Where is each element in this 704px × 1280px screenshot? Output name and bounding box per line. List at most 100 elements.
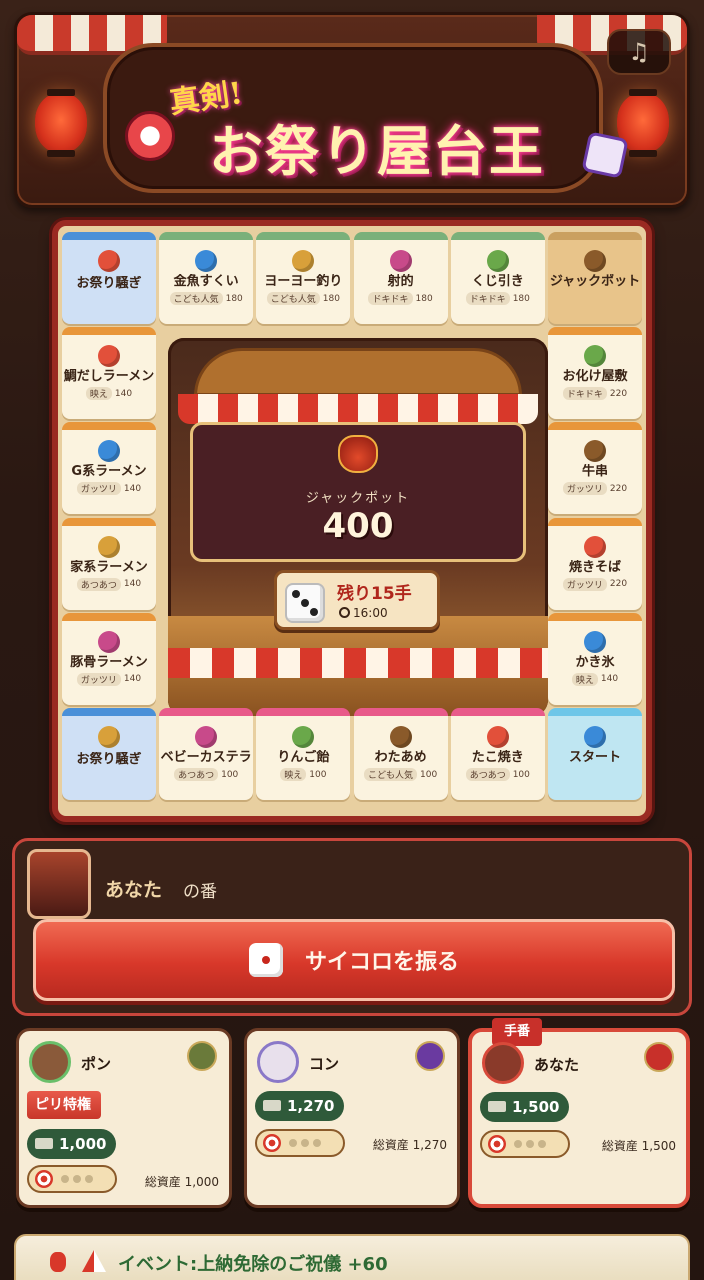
cell-meta: ガッツリ 140 <box>62 672 156 686</box>
total-assets: 総資産 1,000 <box>144 1175 219 1189</box>
stall-icon <box>98 535 120 558</box>
board-cell[interactable]: わたあめこども人気 100 <box>353 708 448 800</box>
player-card-kon: コン 1,270 総資産 1,270 <box>244 1028 460 1208</box>
board-cell[interactable]: ヨーヨー釣り こども人気 180 <box>256 232 351 324</box>
cell-meta: こども人気 180 <box>256 292 350 305</box>
cell-meta: こども人気 100 <box>354 768 448 781</box>
cell-name: かき氷 <box>575 654 615 670</box>
player-name: コン <box>309 1055 340 1073</box>
board-cell[interactable]: ジャックポット <box>548 232 642 324</box>
money-icon <box>263 1100 281 1111</box>
stall-icon <box>486 250 509 272</box>
board-cell[interactable]: 家系ラーメンあつあつ 140 <box>62 517 156 610</box>
cell-meta: 映え 140 <box>548 672 642 686</box>
center-stage: ジャックポット 400 残り15手 16:00 <box>168 338 548 716</box>
board-cell[interactable]: 焼きそば ガッツリ 220 <box>548 517 642 610</box>
cell-price: 140 <box>123 579 142 590</box>
board-cell[interactable]: スタート <box>548 708 642 800</box>
stall-icon <box>584 726 606 748</box>
board-cell[interactable]: 鯛だしラーメン 映え 140 <box>62 327 156 420</box>
cell-meta: 映え 100 <box>256 768 350 781</box>
cell-meta: こども人気 180 <box>159 292 253 305</box>
cell-price: 140 <box>114 388 133 399</box>
board-cell[interactable]: 射的ドキドキ 180 <box>353 232 448 324</box>
board-cell[interactable]: 金魚すくい こども人気 180 <box>159 232 254 324</box>
cell-name: G系ラーメン <box>71 464 147 480</box>
cell-tag: 映え <box>571 672 598 686</box>
music-note-icon: ♫ <box>628 38 650 66</box>
stall-icon <box>292 250 315 272</box>
progress-dot <box>538 1140 546 1148</box>
turns-remaining-box: 残り15手 16:00 <box>274 570 440 630</box>
game-header: 真剣! お祭り屋台王 ♫ <box>14 12 690 208</box>
jackpot-panel: ジャックポット 400 <box>190 422 526 562</box>
cell-meta: ガッツリ 220 <box>548 482 642 496</box>
cell-price: 220 <box>609 483 628 494</box>
event-text: イベント:上納免除のご祝儀 +60 <box>118 1254 388 1275</box>
cell-name: 家系ラーメン <box>70 559 148 575</box>
cell-price: 140 <box>123 674 142 685</box>
cell-meta: ガッツリ 220 <box>548 577 642 591</box>
cell-name: ジャックポット <box>549 274 641 289</box>
roll-dice-button[interactable]: サイコロを振る <box>33 919 675 1001</box>
cell-meta: あつあつ 100 <box>159 768 253 781</box>
timer-value: 16:00 <box>353 606 388 620</box>
cell-tag: こども人気 <box>363 768 417 781</box>
progress-dot <box>85 1175 93 1183</box>
cell-price: 140 <box>600 674 619 685</box>
board-cell[interactable]: お祭り騒ぎ <box>62 708 156 800</box>
cell-price: 220 <box>609 388 628 399</box>
board-cell[interactable]: くじ引き ドキドキ 180 <box>450 232 545 324</box>
cell-meta: ドキドキ 180 <box>354 292 448 305</box>
board-cell[interactable]: 豚骨ラーメン ガッツリ 140 <box>62 612 156 705</box>
current-player-name: あなた <box>105 879 163 901</box>
progress-dot <box>301 1139 309 1147</box>
cell-price: 180 <box>322 293 340 304</box>
avatar <box>29 1041 71 1083</box>
jackpot-value: 400 <box>322 506 394 546</box>
cell-name: お化け屋敷 <box>562 369 628 385</box>
total-assets: 総資産 1,270 <box>372 1138 447 1152</box>
board-cell[interactable]: お祭り騒ぎ <box>62 232 156 324</box>
board-cell[interactable]: かき氷映え 140 <box>548 612 642 705</box>
stall-icon <box>98 630 120 653</box>
cell-name: わたあめ <box>374 750 427 765</box>
cell-tag: 映え <box>85 387 112 401</box>
target-icon <box>263 1134 281 1152</box>
cell-price: 220 <box>609 579 628 590</box>
stall-icon <box>98 726 120 748</box>
board-cell[interactable]: りんご飴 映え 100 <box>256 708 351 800</box>
board-cell[interactable]: たこ焼き あつあつ 100 <box>450 708 545 800</box>
avatar <box>257 1041 299 1083</box>
player-card-pon: ポン ピリ特権 1,000 総資産 1,000 <box>16 1028 232 1208</box>
cell-meta: 映え 140 <box>62 387 156 401</box>
target-icon <box>35 1170 53 1188</box>
board-cell[interactable]: G系ラーメン ガッツリ 140 <box>62 422 156 515</box>
cell-tag: ガッツリ <box>562 577 607 591</box>
stall-icon <box>98 345 120 368</box>
board-cell[interactable]: ベビーカステラ あつあつ 100 <box>159 708 254 800</box>
cell-name: 射的 <box>387 274 414 289</box>
money-value: 1,500 <box>512 1098 560 1116</box>
cell-tag: あつあつ <box>76 577 121 591</box>
cell-meta: ガッツリ 140 <box>62 482 156 496</box>
stall-icon <box>195 250 218 272</box>
player-name: ポン <box>81 1055 112 1073</box>
timer: 16:00 <box>339 606 388 620</box>
board-cell[interactable]: 牛串 ガッツリ 220 <box>548 422 642 515</box>
music-toggle-button[interactable]: ♫ <box>607 29 671 75</box>
cell-price: 100 <box>221 769 239 780</box>
target-progress <box>255 1129 345 1157</box>
avatar <box>482 1042 524 1084</box>
cell-name: 豚骨ラーメン <box>70 654 148 670</box>
cell-price: 180 <box>225 293 243 304</box>
board-cell[interactable]: お化け屋敷 ドキドキ 220 <box>548 327 642 420</box>
target-progress <box>480 1130 570 1158</box>
stage-awning <box>178 394 538 424</box>
stall-icon <box>584 250 606 272</box>
uchiwa-fan-icon <box>125 111 175 161</box>
cell-tag: ガッツリ <box>76 482 121 496</box>
stall-icon <box>584 535 606 558</box>
player-badge-icon <box>415 1041 445 1071</box>
dice-icon <box>285 583 325 623</box>
